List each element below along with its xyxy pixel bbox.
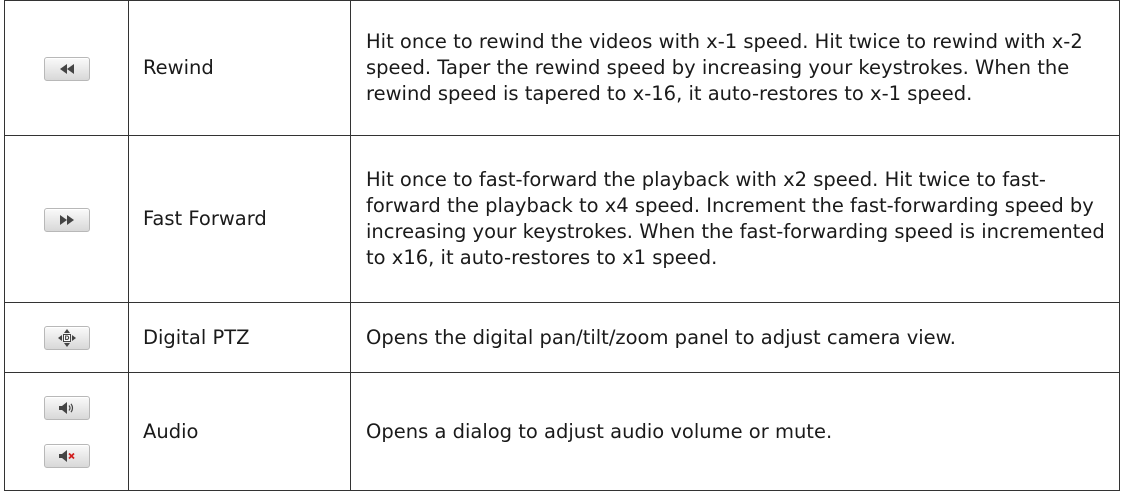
digital-ptz-button[interactable]: D	[43, 326, 90, 350]
control-description: Opens the digital pan/tilt/zoom panel to…	[350, 302, 1120, 373]
audio-button-stack	[5, 395, 128, 468]
icon-cell	[4, 372, 129, 491]
rewind-button[interactable]	[43, 56, 90, 81]
control-name: Digital PTZ	[128, 302, 351, 373]
table-row: Audio Opens a dialog to adjust audio vol…	[4, 372, 1120, 491]
table-row: Fast Forward Hit once to fast-forward th…	[4, 135, 1120, 303]
audio-mute-button[interactable]	[43, 443, 90, 468]
fast-forward-icon	[59, 214, 74, 225]
control-description: Opens a dialog to adjust audio volume or…	[350, 372, 1120, 491]
table-row: D Digital PTZ Opens the digital pan/tilt…	[4, 302, 1120, 373]
controls-table: Rewind Hit once to rewind the videos wit…	[4, 0, 1120, 491]
table-row: Rewind Hit once to rewind the videos wit…	[4, 0, 1120, 136]
control-name: Audio	[128, 372, 351, 491]
control-description: Hit once to fast-forward the playback wi…	[350, 135, 1120, 303]
rewind-icon	[59, 63, 74, 74]
fast-forward-button[interactable]	[43, 207, 90, 232]
svg-text:D: D	[64, 335, 69, 342]
digital-ptz-icon: D	[57, 329, 76, 347]
icon-cell	[4, 0, 129, 136]
audio-on-button[interactable]	[43, 395, 90, 420]
icon-cell	[4, 135, 129, 303]
control-name: Fast Forward	[128, 135, 351, 303]
control-name: Rewind	[128, 0, 351, 136]
audio-on-icon	[58, 401, 73, 414]
icon-cell: D	[4, 302, 129, 373]
control-description: Hit once to rewind the videos with x-1 s…	[350, 0, 1120, 136]
audio-mute-icon	[58, 449, 75, 462]
